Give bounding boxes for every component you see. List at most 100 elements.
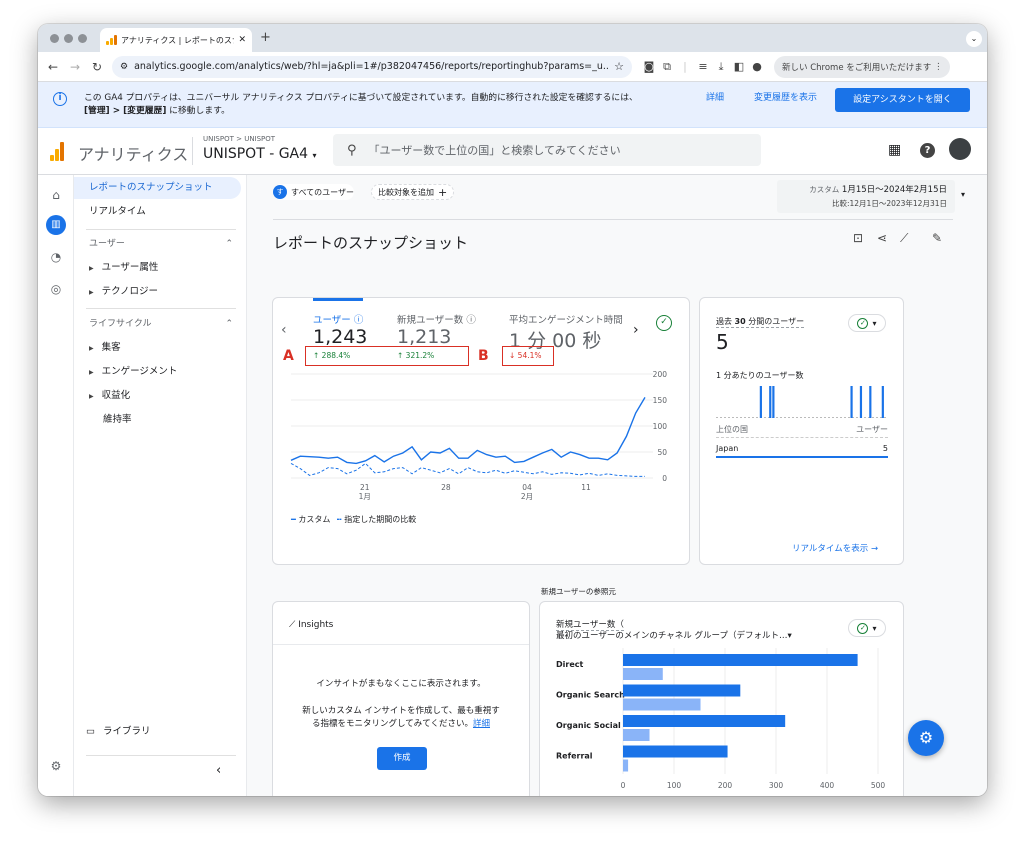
camera-icon[interactable]: ◙ bbox=[640, 60, 658, 73]
insights-line3: る指標をモニタリングしてみてください。 bbox=[311, 719, 473, 729]
close-window-dot[interactable] bbox=[50, 34, 59, 43]
close-tab-icon[interactable]: ✕ bbox=[238, 35, 246, 45]
date-range-picker[interactable]: カスタム 1月15日〜2024年2月15日 比較:12月1日〜2023年12月3… bbox=[777, 180, 965, 213]
home-icon[interactable]: ⌂ bbox=[46, 185, 66, 205]
profile-avatar-icon[interactable]: ● bbox=[748, 60, 766, 73]
series-line-compare bbox=[290, 462, 645, 477]
bar-custom bbox=[623, 684, 741, 697]
insights-sparkle-icon[interactable]: ⟋ bbox=[900, 231, 908, 246]
insights-empty-message: インサイトがまもなくここに表示されます。 bbox=[316, 679, 486, 689]
search-bar[interactable]: ⚲ 「ユーザー数で上位の国」と検索してみてください bbox=[333, 134, 761, 166]
data-quality-check-icon[interactable]: ✓ bbox=[656, 315, 672, 331]
reading-list-icon[interactable]: ≡ bbox=[694, 60, 712, 73]
chart-legend: ━ カスタム ╍ 指定した期間の比較 bbox=[291, 514, 416, 525]
bar-custom bbox=[623, 715, 786, 727]
category-label: Organic Search bbox=[556, 691, 625, 700]
address-bar[interactable]: ⚙ analytics.google.com/analytics/web/?hl… bbox=[112, 55, 632, 78]
country-users: 5 bbox=[882, 444, 888, 453]
advertising-icon[interactable]: ◎ bbox=[46, 279, 66, 299]
tab-search-icon[interactable]: ⌄ bbox=[966, 31, 982, 47]
metric-new-users[interactable]: 新規ユーザー数 ⓘ 1,213 bbox=[397, 312, 476, 348]
metric-users[interactable]: ユーザー ⓘ 1,243 bbox=[313, 312, 367, 348]
users-line-chart: 0 50 100 150 200 21 1月 28 04 2月 11 bbox=[290, 370, 667, 501]
nav-item-engagement[interactable]: ▶ エンゲージメント bbox=[74, 361, 241, 383]
nav-label: ライブラリ bbox=[102, 726, 151, 737]
insights-divider bbox=[273, 644, 529, 645]
y-tick-label: 0 bbox=[662, 474, 667, 483]
metric-label-text: ユーザー bbox=[313, 315, 351, 326]
browser-tab[interactable]: アナリティクス | レポートのスナ ✕ bbox=[100, 28, 252, 52]
reports-icon[interactable]: ▥ bbox=[46, 215, 66, 235]
admin-gear-icon[interactable]: ⚙ bbox=[46, 756, 66, 776]
metric-label: 新規ユーザー数 ⓘ bbox=[397, 315, 476, 326]
date-range-value: 1月15日〜2024年2月15日 bbox=[841, 185, 947, 195]
active-metric-indicator bbox=[313, 298, 363, 301]
expand-arrow-icon: ▶ bbox=[89, 393, 94, 400]
customize-report-icon[interactable]: ⊡ bbox=[853, 231, 863, 245]
nav-item-user-attributes[interactable]: ▶ ユーザー属性 bbox=[74, 257, 241, 279]
acquisition-title-line1: 新規ユーザー数（ bbox=[556, 620, 624, 631]
view-history-link[interactable]: 変更履歴を表示 bbox=[754, 92, 817, 105]
open-setup-assistant-button[interactable]: 設定アシスタントを開く bbox=[835, 88, 970, 112]
add-comparison-button[interactable]: 比較対象を追加 + bbox=[371, 184, 455, 200]
prev-metric-icon[interactable]: ‹ bbox=[281, 322, 287, 338]
nav-section-users[interactable]: ユーザー ⌃ bbox=[74, 233, 241, 255]
bar-compare bbox=[623, 759, 629, 772]
tab-strip: アナリティクス | レポートのスナ ✕ + ⌄ bbox=[38, 24, 987, 52]
collapse-icon: ⌃ bbox=[225, 319, 233, 329]
details-link[interactable]: 詳細 bbox=[706, 92, 724, 105]
download-icon[interactable]: ⤓ bbox=[712, 60, 730, 74]
realtime-label: 過去 30 分間のユーザー bbox=[716, 316, 805, 328]
search-icon: ⚲ bbox=[347, 142, 357, 158]
assistant-fab-gear-icon[interactable]: ⚙ bbox=[908, 720, 944, 756]
create-insight-button[interactable]: 作成 bbox=[377, 747, 427, 770]
analytics-logo-icon bbox=[106, 35, 117, 45]
back-icon[interactable]: ← bbox=[42, 60, 64, 74]
next-metric-icon[interactable]: › bbox=[633, 322, 639, 338]
site-settings-icon[interactable]: ⚙ bbox=[120, 62, 128, 72]
insights-detail-link[interactable]: 詳細 bbox=[473, 719, 490, 729]
bookmark-star-icon[interactable]: ☆ bbox=[614, 60, 624, 73]
apps-grid-icon[interactable]: ▦ bbox=[888, 142, 901, 158]
x-tick-label: 28 bbox=[441, 483, 451, 492]
reload-icon[interactable]: ↻ bbox=[86, 60, 108, 74]
nav-section-lifecycle[interactable]: ライフサイクル ⌃ bbox=[74, 313, 241, 335]
help-icon[interactable]: ? bbox=[920, 143, 935, 158]
nav-item-library[interactable]: ▭ ライブラリ bbox=[74, 721, 241, 743]
share-icon[interactable]: ⋖ bbox=[877, 231, 887, 245]
nav-item-snapshot[interactable]: レポートのスナップショット bbox=[74, 177, 241, 199]
acquisition-title[interactable]: 新規ユーザー数（ 最初のユーザーのメインのチャネル グループ（デフォルト…▾ bbox=[556, 620, 792, 642]
side-panel-icon[interactable]: ◧ bbox=[730, 60, 748, 73]
engagement-change: ↓ 54.1% bbox=[509, 351, 542, 360]
nav-item-realtime[interactable]: リアルタイム bbox=[74, 201, 241, 223]
migration-banner: i この GA4 プロパティは、ユニバーサル アナリティクス プロパティに基づい… bbox=[38, 82, 987, 128]
realtime-quality-select[interactable]: ✓ ▾ bbox=[848, 314, 886, 332]
explore-icon[interactable]: ◔ bbox=[46, 247, 66, 267]
x-tick-label: 400 bbox=[820, 781, 835, 790]
acquisition-quality-select[interactable]: ✓ ▾ bbox=[848, 619, 886, 637]
compare-range: 比較:12月1日〜2023年12月31日 bbox=[831, 199, 947, 208]
property-selector[interactable]: UNISPOT - GA4 ▾ bbox=[203, 146, 317, 162]
edit-pencil-icon[interactable]: ✎ bbox=[932, 231, 942, 245]
summary-card: ‹ ユーザー ⓘ 1,243 新規ユーザー数 ⓘ 1,213 平均エンゲージメン… bbox=[272, 297, 690, 565]
nav-item-monetization[interactable]: ▶ 収益化 bbox=[74, 385, 241, 407]
chrome-update-button[interactable]: 新しい Chrome をご利用いただけます ⋮ bbox=[774, 55, 951, 78]
realtime-label-suffix: 分間のユーザー bbox=[745, 317, 805, 326]
maximize-window-dot[interactable] bbox=[78, 34, 87, 43]
header-divider bbox=[192, 137, 193, 165]
minimize-window-dot[interactable] bbox=[64, 34, 73, 43]
nav-item-retention[interactable]: 維持率 bbox=[74, 409, 241, 431]
collapse-nav-icon[interactable]: ‹ bbox=[216, 763, 221, 778]
forward-icon[interactable]: → bbox=[64, 60, 86, 74]
nav-item-technology[interactable]: ▶ テクノロジー bbox=[74, 281, 241, 303]
nav-label: 集客 bbox=[101, 342, 121, 353]
nav-rail: ⌂ ▥ ◔ ◎ ⚙ bbox=[38, 175, 74, 796]
extensions-icon[interactable]: ⧉ bbox=[658, 60, 676, 74]
account-avatar[interactable] bbox=[949, 138, 971, 160]
new-tab-button[interactable]: + bbox=[260, 30, 271, 45]
nav-divider bbox=[86, 229, 236, 230]
nav-item-acquisition[interactable]: ▶ 集客 bbox=[74, 337, 241, 359]
bar-compare bbox=[623, 698, 701, 711]
view-realtime-link[interactable]: リアルタイムを表示 → bbox=[792, 542, 878, 554]
segment-chip[interactable]: す すべてのユーザー bbox=[273, 184, 354, 200]
